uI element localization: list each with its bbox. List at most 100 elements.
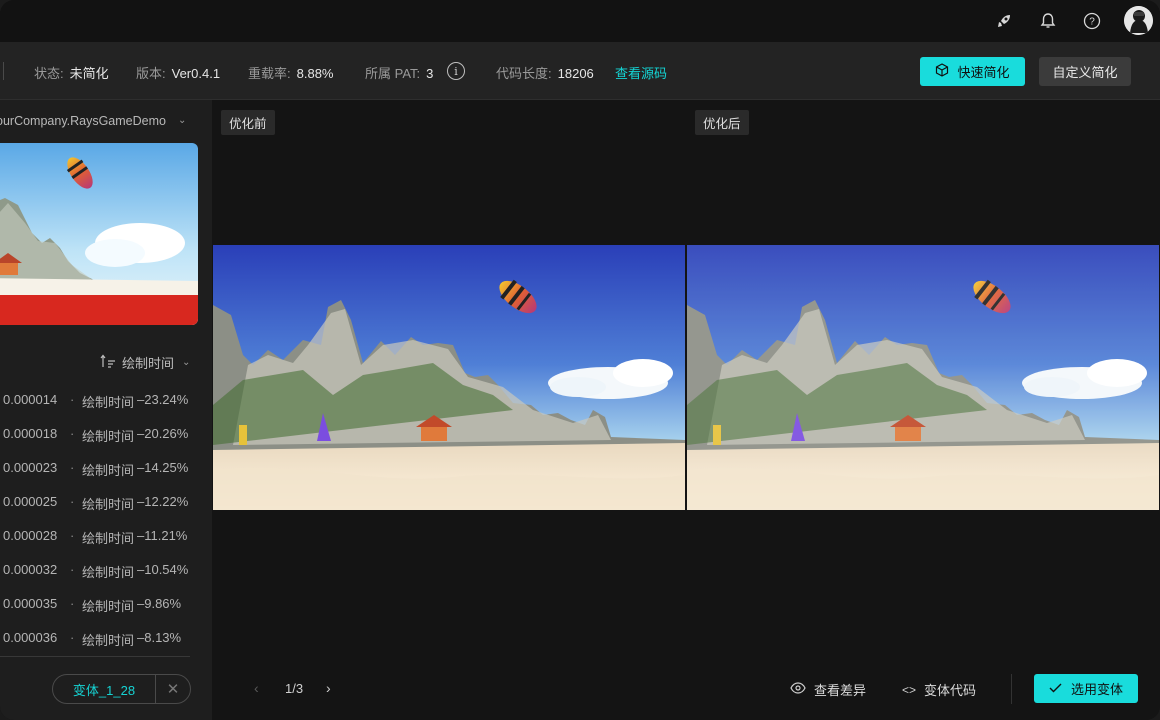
variant-row[interactable]: 0.000036 · 绘制时间 –8.13% <box>0 620 212 654</box>
pat-label: 所属 PAT: <box>365 66 421 81</box>
view-diff-button[interactable]: 查看差异 <box>790 680 866 699</box>
apply-variant-label: 选用变体 <box>1070 682 1123 697</box>
variant-time: 0.000036 <box>3 630 58 645</box>
after-render <box>687 245 1159 510</box>
preview-thumbnail[interactable] <box>0 143 198 325</box>
page-indicator: 1/3 <box>285 681 304 696</box>
variant-delta: –20.26% <box>137 426 189 441</box>
svg-text:?: ? <box>1089 17 1095 28</box>
variant-delta: –11.21% <box>137 528 188 543</box>
avatar[interactable] <box>1124 6 1153 35</box>
variant-row[interactable]: 0.000035 · 绘制时间 –9.86% <box>0 586 212 620</box>
toolbar: 状态: 未简化 版本: Ver0.4.1 重载率: 8.88% 所属 PAT: 3 i … <box>0 42 1160 100</box>
variant-time: 0.000018 <box>3 426 58 441</box>
variant-metric: 绘制时间 <box>82 463 135 478</box>
variant-metric: 绘制时间 <box>82 497 135 512</box>
variant-metric: 绘制时间 <box>82 633 135 648</box>
sort-icon <box>100 354 116 371</box>
variant-time: 0.000014 <box>3 392 58 407</box>
variant-metric: 绘制时间 <box>82 599 135 614</box>
variant-row[interactable]: 0.000025 · 绘制时间 –12.22% <box>0 484 212 518</box>
reload-value: 8.88% <box>296 66 334 81</box>
variant-metric: 绘制时间 <box>82 565 135 580</box>
after-label: 优化后 <box>695 110 749 135</box>
status-meta: 状态: 未简化 <box>34 63 109 82</box>
variant-row[interactable]: 0.000018 · 绘制时间 –20.26% <box>0 416 212 450</box>
before-label: 优化前 <box>221 110 275 135</box>
apply-variant-button[interactable]: 选用变体 <box>1034 674 1138 703</box>
code-length-label: 代码长度: <box>496 66 552 81</box>
chevron-down-icon[interactable]: ⌄ <box>178 115 186 126</box>
chevron-right-icon[interactable]: › <box>326 680 331 696</box>
info-icon[interactable]: i <box>447 62 465 80</box>
before-render <box>213 245 685 510</box>
pat-meta: 所属 PAT: 3 <box>365 63 433 82</box>
variant-delta: –23.24% <box>137 392 189 407</box>
separator-dot: · <box>70 630 75 645</box>
code-length-meta: 代码长度: 18206 <box>496 63 594 82</box>
reload-label: 重载率: <box>248 66 291 81</box>
variant-delta: –10.54% <box>137 562 189 577</box>
selected-variant-chip: 变体_1_28 ✕ <box>52 674 191 704</box>
view-diff-label: 查看差异 <box>814 683 867 698</box>
close-icon[interactable]: ✕ <box>156 675 190 703</box>
eye-icon <box>790 682 806 697</box>
variant-time: 0.000028 <box>3 528 58 543</box>
quick-simplify-button[interactable]: 快速简化 <box>920 57 1025 86</box>
separator-dot: · <box>70 392 75 407</box>
rocket-icon[interactable] <box>993 10 1015 32</box>
separator-dot: · <box>70 596 75 611</box>
action-divider <box>1011 674 1012 704</box>
variant-row[interactable]: 0.000023 · 绘制时间 –14.25% <box>0 450 212 484</box>
cube-icon <box>935 63 949 80</box>
view-source-link[interactable]: 查看源码 <box>615 63 667 82</box>
selected-variant-label[interactable]: 变体_1_28 <box>53 675 156 703</box>
separator-dot: · <box>70 494 75 509</box>
app-frame: ? 状态: 未简化 版本: Ver0.4.1 重载率: 8.88% 所属 PAT: 3 … <box>0 0 1160 720</box>
version-value: Ver0.4.1 <box>171 66 221 81</box>
variant-delta: –12.22% <box>137 494 189 509</box>
code-length-value: 18206 <box>557 66 594 81</box>
variant-row[interactable]: 0.000032 · 绘制时间 –10.54% <box>0 552 212 586</box>
variant-row[interactable]: 0.000014 · 绘制时间 –23.24% <box>0 382 212 416</box>
variant-row[interactable]: 0.000028 · 绘制时间 –11.21% <box>0 518 212 552</box>
variant-sidebar: ourCompany.RaysGameDemo ⌄ 绘制时间 ⌄ 0.00001… <box>0 100 212 720</box>
separator-dot: · <box>70 426 75 441</box>
bottom-bar: ‹ 1/3 › 查看差异 <> 变体代码 选用变体 <box>212 660 1160 720</box>
variant-metric: 绘制时间 <box>82 429 135 444</box>
pat-value: 3 <box>426 66 434 81</box>
sidebar-divider <box>0 656 190 657</box>
variant-delta: –14.25% <box>137 460 189 475</box>
toolbar-divider <box>3 62 4 80</box>
variant-code-button[interactable]: <> 变体代码 <box>902 680 976 699</box>
sort-label: 绘制时间 <box>122 356 175 371</box>
status-value: 未简化 <box>69 66 109 81</box>
variant-metric: 绘制时间 <box>82 531 135 546</box>
variant-code-label: 变体代码 <box>924 683 977 698</box>
status-label: 状态: <box>34 66 64 81</box>
variant-time: 0.000023 <box>3 460 58 475</box>
bell-icon[interactable] <box>1037 10 1059 32</box>
check-icon <box>1049 681 1062 696</box>
reload-meta: 重载率: 8.88% <box>248 63 334 82</box>
version-meta: 版本: Ver0.4.1 <box>136 63 220 82</box>
separator-dot: · <box>70 528 75 543</box>
variant-time: 0.000032 <box>3 562 58 577</box>
version-label: 版本: <box>136 66 166 81</box>
project-selector[interactable]: ourCompany.RaysGameDemo <box>0 114 166 128</box>
variant-delta: –8.13% <box>137 630 182 645</box>
separator-dot: · <box>70 460 75 475</box>
sort-selector[interactable]: 绘制时间 ⌄ <box>100 353 190 372</box>
variant-metric: 绘制时间 <box>82 395 135 410</box>
chevron-left-icon[interactable]: ‹ <box>254 680 259 696</box>
chevron-down-icon: ⌄ <box>182 357 191 368</box>
custom-simplify-button[interactable]: 自定义简化 <box>1039 57 1131 86</box>
variant-time: 0.000035 <box>3 596 58 611</box>
variant-delta: –9.86% <box>137 596 182 611</box>
comparison-area: 优化前 优化后 ‹ 1/3 › 查看差异 <> 变体代码 选用变体 <box>212 100 1160 720</box>
variant-time: 0.000025 <box>3 494 58 509</box>
help-icon[interactable]: ? <box>1081 10 1103 32</box>
separator-dot: · <box>70 562 75 577</box>
top-bar: ? <box>0 0 1160 42</box>
quick-simplify-label: 快速简化 <box>957 65 1010 80</box>
